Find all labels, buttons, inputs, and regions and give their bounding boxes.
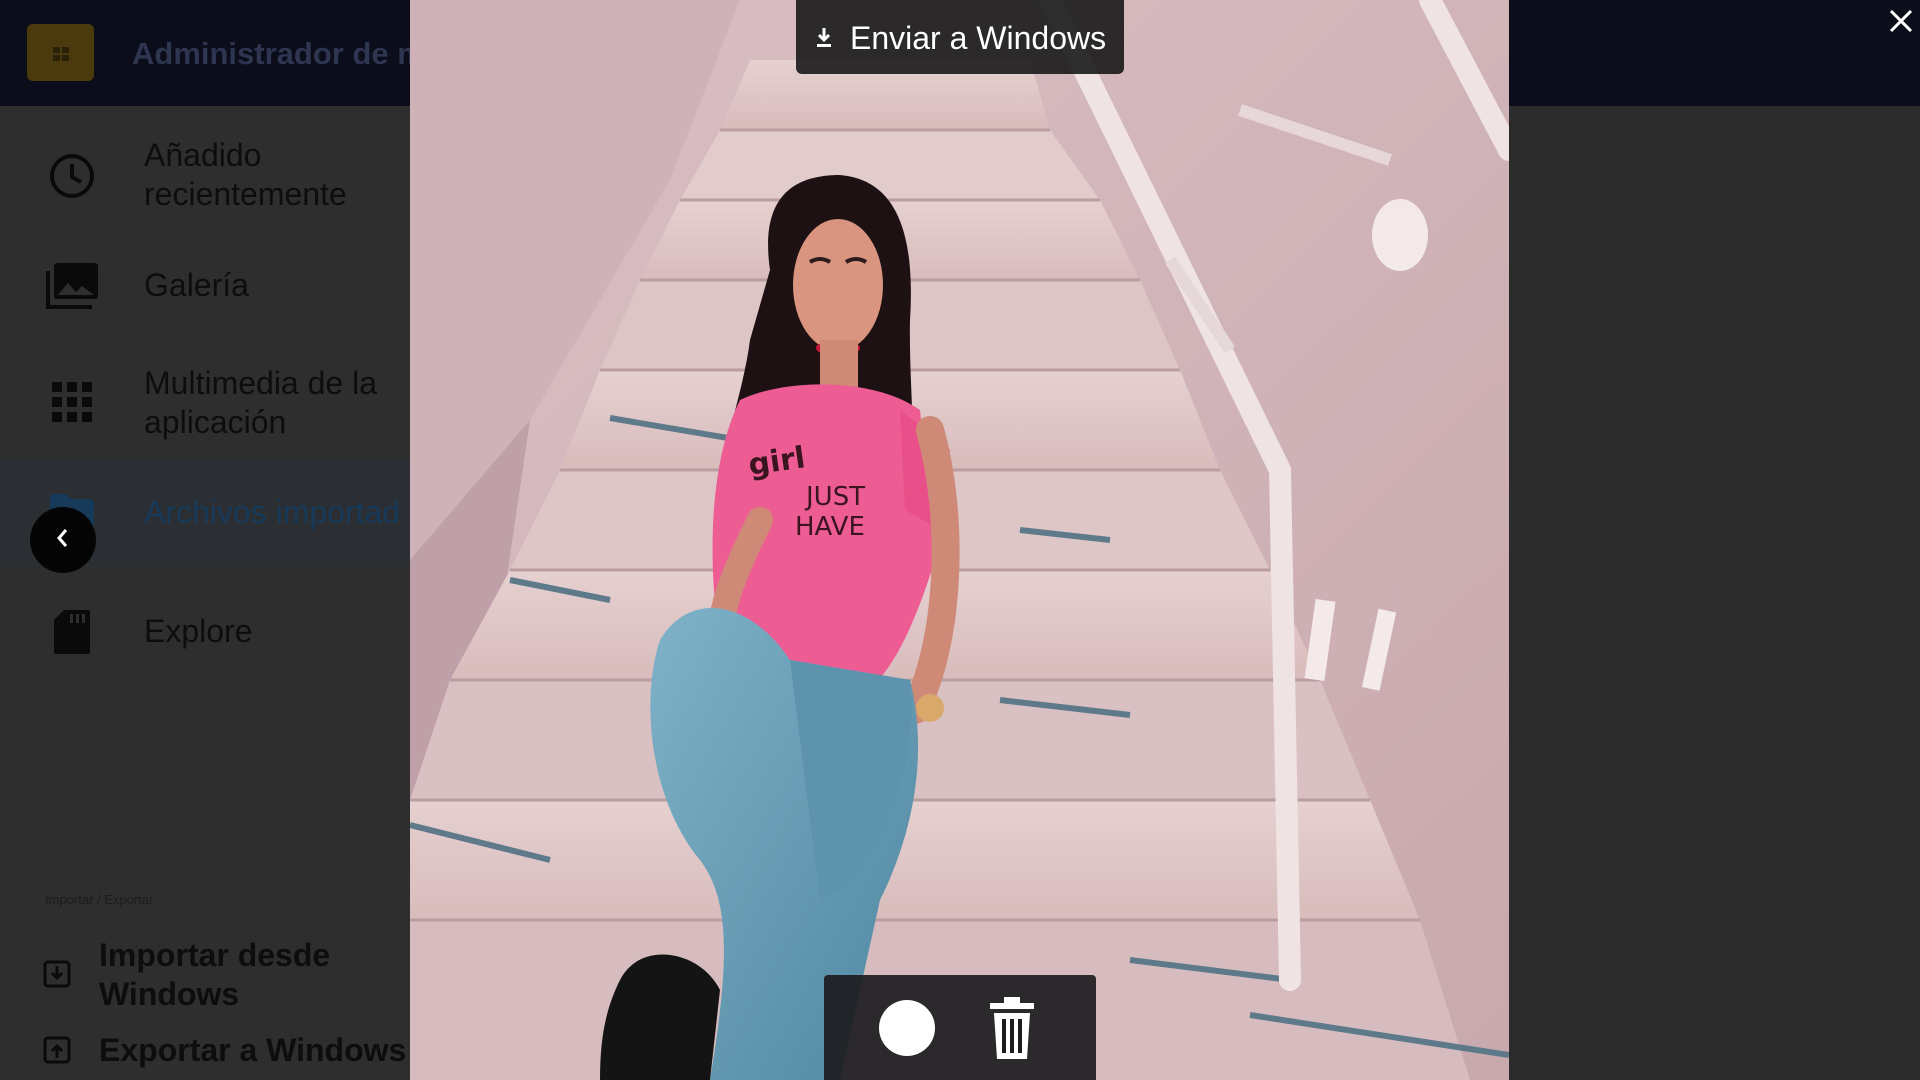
record-circle-icon[interactable] xyxy=(879,1000,935,1056)
sd-card-folder-icon xyxy=(27,24,94,81)
sidebar-item-recent[interactable]: Añadido recientemente xyxy=(0,128,410,224)
send-to-windows-button[interactable]: Enviar a Windows xyxy=(796,0,1124,74)
chevron-left-icon xyxy=(53,527,73,554)
export-icon xyxy=(43,1036,71,1064)
sidebar-item-label: Multimedia de la xyxy=(144,365,377,401)
content-area-dimmed xyxy=(1509,106,1920,1080)
import-from-windows-button[interactable]: Importar desde Windows xyxy=(0,932,410,1016)
photo-viewer[interactable]: girl JUST HAVE xyxy=(410,0,1509,1080)
send-to-windows-label: Enviar a Windows xyxy=(850,20,1107,56)
sidebar-item-gallery[interactable]: Galería xyxy=(0,246,410,326)
sidebar-item-label-line2: aplicación xyxy=(144,404,287,440)
gallery-icon xyxy=(44,258,100,314)
section-label-import-export: Importar / Exportar xyxy=(45,892,154,907)
sidebar-item-explore[interactable]: Explore xyxy=(0,586,410,678)
viewer-bottom-toolbar xyxy=(824,975,1096,1080)
download-arrow-icon xyxy=(814,26,834,48)
svg-text:JUST: JUST xyxy=(804,482,865,512)
back-button[interactable] xyxy=(30,507,96,573)
trash-icon[interactable] xyxy=(988,995,1036,1061)
import-icon xyxy=(43,960,71,988)
close-icon[interactable] xyxy=(1884,4,1918,38)
sidebar: Añadido recientemente Galería Multimedia… xyxy=(0,106,410,1080)
sidebar-item-app-media[interactable]: Multimedia de la aplicación xyxy=(0,354,410,450)
export-to-windows-button[interactable]: Exportar a Windows xyxy=(0,1026,410,1076)
import-label-line2: Windows xyxy=(99,976,240,1012)
sidebar-item-label: Explore xyxy=(144,613,253,649)
photo-woman-on-stairs: girl JUST HAVE xyxy=(410,0,1509,1080)
sidebar-item-label: Galería xyxy=(144,267,249,303)
clock-icon xyxy=(44,148,100,204)
sidebar-item-label-line2: recientemente xyxy=(144,176,347,212)
export-label: Exportar a Windows xyxy=(99,1032,407,1068)
svg-text:HAVE: HAVE xyxy=(795,512,865,542)
sidebar-item-label: Añadido xyxy=(144,137,262,173)
import-label: Importar desde xyxy=(99,937,331,973)
sidebar-item-label: Archivos importad xyxy=(144,494,401,530)
sd-card-icon xyxy=(44,604,100,660)
grid-apps-icon xyxy=(44,374,100,430)
app-title: Administrador de mu xyxy=(132,36,444,71)
